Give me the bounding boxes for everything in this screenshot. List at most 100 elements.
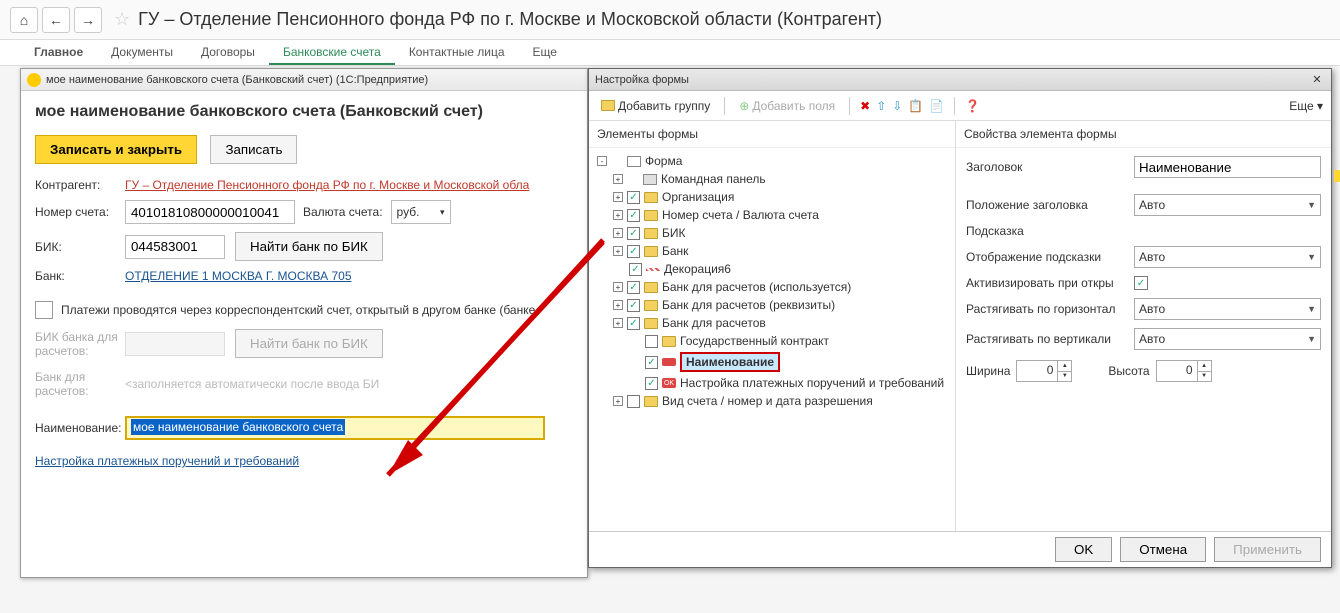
tree-node-label: Форма [645,154,682,168]
expand-icon[interactable]: - [597,156,607,166]
expand-icon[interactable]: + [613,246,623,256]
forward-button[interactable]: → [74,7,102,33]
prop-hint-display-select[interactable]: Авто▼ [1134,246,1321,268]
checkbox-icon[interactable]: ✓ [627,209,640,222]
name-input[interactable]: мое наименование банковского счета [125,416,545,440]
prop-width-input[interactable]: 0▲▼ [1016,360,1072,382]
expand-icon[interactable]: + [613,174,623,184]
checkbox-icon[interactable]: ✓ [645,377,658,390]
tree-node-6[interactable]: ✓Декорация6 [595,260,949,278]
topbar: ⌂ ← → ☆ ГУ – Отделение Пенсионного фонда… [0,0,1340,40]
menu-contacts[interactable]: Контактные лица [395,40,519,65]
expand-icon[interactable]: + [613,396,623,406]
menu-main[interactable]: Главное [20,40,97,65]
prop-title-pos-select[interactable]: Авто▼ [1134,194,1321,216]
checkbox-icon[interactable]: ✓ [627,245,640,258]
copy-icon[interactable]: 📋 [908,99,923,113]
account-label: Номер счета: [35,205,125,219]
folder-icon [644,210,658,221]
panel-icon [643,174,657,185]
prop-activate-checkbox[interactable]: ✓ [1134,276,1148,290]
add-fields-button: ⊕Добавить поля [735,97,839,115]
bik2-input [125,332,225,356]
help-icon[interactable]: ❓ [965,99,980,113]
tree-node-2[interactable]: +✓Организация [595,188,949,206]
tree-node-label: Номер счета / Валюта счета [662,208,819,222]
checkbox-icon[interactable] [645,335,658,348]
folder-icon [601,100,615,111]
counterparty-label: Контрагент: [35,178,125,192]
more-dropdown[interactable]: Еще ▾ [1289,99,1323,113]
delete-icon[interactable]: ✖ [860,99,870,113]
close-icon[interactable]: ✕ [1309,72,1325,88]
tree-node-label: Вид счета / номер и дата разрешения [662,394,873,408]
tree-node-11[interactable]: ✓Наименование [595,350,949,374]
counterparty-link[interactable]: ГУ – Отделение Пенсионного фонда РФ по г… [125,178,529,192]
checkbox-icon[interactable]: ✓ [627,299,640,312]
move-up-icon[interactable]: ⇧ [876,99,886,113]
find-bank-button[interactable]: Найти банк по БИК [235,232,383,261]
tree-node-0[interactable]: - Форма [595,152,949,170]
folder-icon [644,192,658,203]
menu-contracts[interactable]: Договоры [187,40,269,65]
form-elements-tree[interactable]: -Форма+Командная панель+✓Организация+✓Но… [589,148,955,531]
cancel-button[interactable]: Отмена [1120,537,1206,562]
expand-icon[interactable]: + [613,192,623,202]
star-icon[interactable]: ☆ [114,9,130,30]
expand-icon[interactable]: + [613,210,623,220]
via-corr-account-label: Платежи проводятся через корреспондентск… [61,303,535,317]
tree-node-1[interactable]: +Командная панель [595,170,949,188]
move-down-icon[interactable]: ⇩ [892,99,902,113]
form-settings-toolbar: Добавить группу ⊕Добавить поля ✖ ⇧ ⇩ 📋 📄… [589,91,1331,121]
prop-stretch-h-select[interactable]: Авто▼ [1134,298,1321,320]
menu-bank-accounts[interactable]: Банковские счета [269,40,395,65]
home-button[interactable]: ⌂ [10,7,38,33]
tree-node-7[interactable]: +✓Банк для расчетов (используется) [595,278,949,296]
checkbox-icon[interactable] [627,395,640,408]
account-input[interactable] [125,200,295,224]
checkbox-icon[interactable]: ✓ [627,281,640,294]
save-and-close-button[interactable]: Записать и закрыть [35,135,197,164]
checkbox-icon[interactable]: ✓ [645,356,658,369]
checkbox-icon[interactable]: ✓ [627,317,640,330]
checkbox-icon[interactable]: ✓ [627,191,640,204]
back-button[interactable]: ← [42,7,70,33]
tree-node-12[interactable]: ✓OKНастройка платежных поручений и требо… [595,374,949,392]
tree-node-3[interactable]: + ✓ Номер счета / Валюта счета [595,206,949,224]
window-title-text: мое наименование банковского счета (Банк… [46,74,428,86]
tree-node-label: Банк [662,244,688,258]
tree-node-5[interactable]: + ✓ Банк [595,242,949,260]
field-icon [662,358,676,366]
prop-hint-display-label: Отображение подсказки [966,250,1134,264]
tree-node-9[interactable]: +✓Банк для расчетов [595,314,949,332]
elements-header: Элементы формы [589,121,955,148]
save-button[interactable]: Записать [210,135,297,164]
payment-settings-link[interactable]: Настройка платежных поручений и требован… [35,454,299,468]
checkbox-icon[interactable]: ✓ [627,227,640,240]
tree-node-label: Государственный контракт [680,334,829,348]
menu-more[interactable]: Еще [519,40,571,65]
add-group-button[interactable]: Добавить группу [597,97,714,115]
paste-icon[interactable]: 📄 [929,99,944,113]
folder-icon [644,228,658,239]
checkbox-icon[interactable]: ✓ [629,263,642,276]
form-icon [627,156,641,167]
expand-icon[interactable]: + [613,228,623,238]
prop-height-input[interactable]: 0▲▼ [1156,360,1212,382]
expand-icon[interactable]: + [613,282,623,292]
bik-input[interactable] [125,235,225,259]
prop-stretch-v-select[interactable]: Авто▼ [1134,328,1321,350]
prop-title-input[interactable] [1134,156,1321,178]
tree-node-13[interactable]: + Вид счета / номер и дата разрешения [595,392,949,410]
tree-node-8[interactable]: +✓Банк для расчетов (реквизиты) [595,296,949,314]
expand-icon[interactable]: + [613,300,623,310]
menu-documents[interactable]: Документы [97,40,187,65]
tree-node-4[interactable]: +✓БИК [595,224,949,242]
via-corr-account-checkbox[interactable] [35,301,53,319]
expand-icon[interactable]: + [613,318,623,328]
bank-link[interactable]: ОТДЕЛЕНИЕ 1 МОСКВА Г. МОСКВА 705 [125,269,352,283]
currency-select[interactable]: руб.▾ [391,200,451,224]
tree-node-10[interactable]: Государственный контракт [595,332,949,350]
ok-button[interactable]: OK [1055,537,1112,562]
name-label: Наименование: [35,421,125,435]
